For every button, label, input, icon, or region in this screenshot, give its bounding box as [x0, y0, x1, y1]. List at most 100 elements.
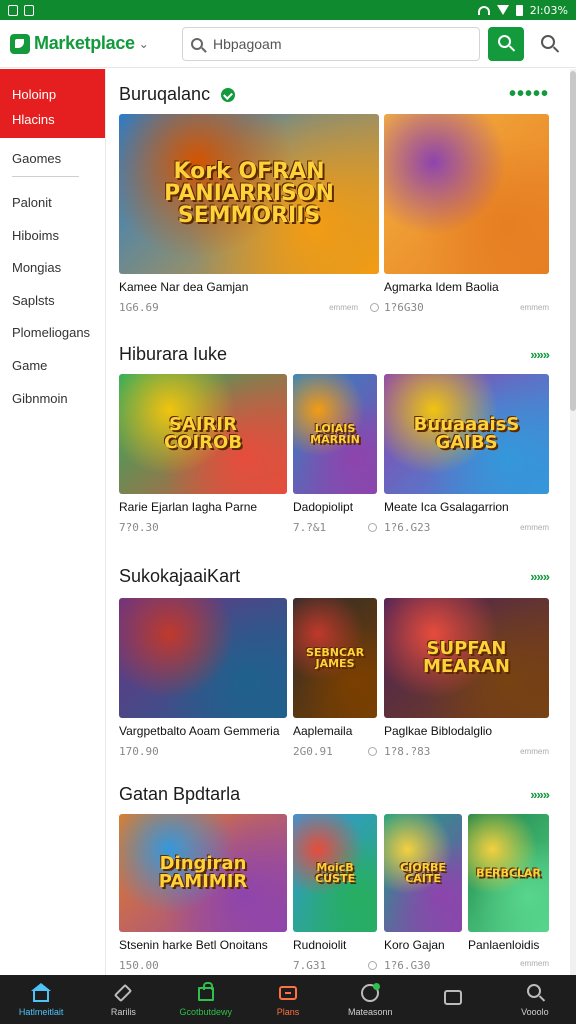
game-card[interactable]: SUPFAN MEARAN Paglkae Biblodalglio 1?8.?8… [384, 598, 549, 758]
nav-search[interactable]: Vooolo [494, 975, 576, 1024]
game-price: 170.90 [119, 745, 159, 758]
select-radio-icon[interactable] [368, 523, 377, 532]
see-more-button[interactable]: »»» [530, 347, 550, 362]
chat-icon [443, 988, 463, 1008]
game-card[interactable]: CIORBE CAITE Koro Gajan 1?6.G30 [384, 814, 462, 972]
select-radio-icon[interactable] [368, 747, 377, 756]
game-price: 1G6.69 [119, 301, 159, 314]
game-card[interactable]: Agmarka Idem Baolia 1?6G30 emmem [384, 114, 549, 314]
game-title: Vargpetbalto Aoam Gemmeria [119, 724, 280, 738]
game-title: Rudnoiolit [293, 938, 347, 952]
game-subtext: emmem [329, 303, 358, 312]
game-card[interactable]: MoicB CUSTE Rudnoiolit 7.G31 [293, 814, 377, 972]
section-title: Gatan Bpdtarla [119, 783, 241, 804]
signal-icon [496, 5, 509, 15]
search-icon [541, 34, 555, 49]
game-title: Dadopiolipt [293, 500, 354, 514]
sidebar-item[interactable]: Mongias [0, 252, 105, 285]
sidebar-item-games[interactable]: Gaomes [0, 142, 105, 176]
nav-label: Vooolo [521, 1006, 549, 1017]
messages-icon [360, 982, 381, 1003]
game-cover-art [119, 598, 287, 718]
game-cover-art: LOIAIS MARRIN [293, 374, 377, 494]
game-card[interactable]: SEBNCAR JAMES Aaplemaila 2G0.91 [293, 598, 377, 758]
cover-art-title: CIORBE CAITE [400, 861, 446, 885]
see-more-button[interactable]: »»» [530, 569, 550, 584]
nav-plans[interactable]: Plans [247, 975, 329, 1024]
more-menu-button[interactable]: ••••• [509, 84, 549, 104]
section-marketplace: SukokajaaiKart »»» Vargpetbalto Aoam Gem… [119, 564, 550, 798]
game-card[interactable]: SAIRIR COIROB Rarie Ejarlan Iagha Parne 7… [119, 374, 287, 534]
game-price: 1?8.?83 [384, 745, 431, 758]
sidebar-item[interactable]: Saplsts [0, 285, 105, 318]
section-featured: Buruqalanc ••••• Kork OFRAN PANIARRISON SE… [119, 82, 549, 314]
see-more-button[interactable]: »»» [530, 787, 550, 802]
game-price: 1?6.G30 [384, 959, 431, 972]
search-icon [191, 37, 203, 50]
game-price: 150.00 [119, 959, 159, 972]
game-cover-art: SEBNCAR JAMES [293, 598, 377, 718]
game-cover-art: SUPFAN MEARAN [384, 598, 549, 718]
game-subtext: emmem [520, 747, 549, 756]
select-radio-icon[interactable] [368, 961, 377, 970]
scrollbar[interactable] [570, 69, 576, 975]
game-meta: emmem [468, 959, 549, 968]
game-subtext: emmem [520, 303, 549, 312]
game-thumbnail: BuuaaaisS GAIBS [384, 374, 549, 494]
game-card[interactable]: LOIAIS MARRIN Dadopiolipt 7.?&1 [293, 374, 377, 534]
nav-label: Mateasonn [348, 1006, 393, 1017]
sidebar-item[interactable]: Game [0, 350, 105, 383]
nav-label: Gcotbutdewy [179, 1006, 232, 1017]
game-meta: 170.90 [119, 745, 287, 758]
status-right: 2l:03% [477, 4, 568, 17]
nav-label: Rarilis [110, 1006, 136, 1017]
card-row: Vargpetbalto Aoam Gemmeria 170.90 SEBNCA… [119, 598, 549, 798]
search-toggle-button[interactable] [540, 34, 560, 54]
sidebar-item[interactable]: Palonit [0, 187, 105, 220]
brand-switcher[interactable]: Marketplace ⌄ [10, 33, 168, 54]
game-subtext: emmem [520, 523, 549, 532]
search-icon [525, 983, 545, 1003]
search-box[interactable] [182, 26, 480, 61]
game-card[interactable]: BERBCLAR Panlaenloidis emmem [468, 814, 549, 968]
game-thumbnail: Kork OFRAN PANIARRISON SEMMORIIS [119, 114, 379, 274]
sidebar-item[interactable]: Gibnmoin [0, 383, 105, 416]
nav-home[interactable]: Hatlmeitlait [0, 975, 82, 1024]
sidebar-item-active[interactable]: Holoinp Hlacins [0, 69, 105, 138]
cover-art-title: SAIRIR COIROB [163, 414, 243, 453]
scrollbar-thumb[interactable] [570, 71, 576, 411]
game-card[interactable]: Dingiran PAMIMIR Stsenin harke Betl Onoit… [119, 814, 287, 972]
game-thumbnail: LOIAIS MARRIN [293, 374, 377, 494]
game-card[interactable]: BuuaaaisS GAIBS Meate Ica Gsalagarrion 1?… [384, 374, 549, 534]
game-title: Aaplemaila [293, 724, 353, 738]
search-input[interactable] [213, 35, 463, 52]
nav-label: Hatlmeitlait [18, 1006, 64, 1017]
game-price: 7.G31 [293, 959, 327, 972]
nav-messages[interactable]: Mateasonn [329, 975, 411, 1024]
card-row: SAIRIR COIROB Rarie Ejarlan Iagha Parne 7… [119, 374, 549, 574]
game-meta: 1G6.69 emmem [119, 301, 379, 314]
cover-art-title: SEBNCAR JAMES [305, 646, 365, 670]
game-title: Koro Gajan [384, 938, 445, 952]
section-popular: Hiburara Iuke »»» SAIRIR COIROB Rarie Eja… [119, 342, 550, 574]
game-cover-art: Dingiran PAMIMIR [119, 814, 287, 932]
game-cover-art: BERBCLAR [468, 814, 549, 932]
nav-deals[interactable]: Rarilis [82, 975, 164, 1024]
search-button[interactable] [488, 26, 524, 61]
game-thumbnail: MoicB CUSTE [293, 814, 377, 932]
nav-store[interactable]: Gcotbutdewy [165, 975, 247, 1024]
game-title: Panlaenloidis [468, 938, 540, 952]
nav-chat[interactable] [411, 975, 493, 1024]
game-meta: 1?8.?83 emmem [384, 745, 549, 758]
select-radio-icon[interactable] [370, 303, 379, 312]
sidebar-active-sublabel: Hlacins [12, 112, 55, 127]
game-card[interactable]: Kork OFRAN PANIARRISON SEMMORIIS Kamee Nar… [119, 114, 379, 314]
game-meta: 2G0.91 [293, 745, 377, 758]
cover-art-title: Dingiran PAMIMIR [158, 853, 248, 892]
game-card[interactable]: Vargpetbalto Aoam Gemmeria 170.90 [119, 598, 287, 758]
game-thumbnail [384, 114, 549, 274]
game-title: Rarie Ejarlan Iagha Parne [119, 500, 258, 514]
game-meta: 150.00 [119, 959, 287, 972]
sidebar-item[interactable]: Hiboims [0, 220, 105, 253]
sidebar-item[interactable]: Plomeliogans [0, 317, 105, 350]
